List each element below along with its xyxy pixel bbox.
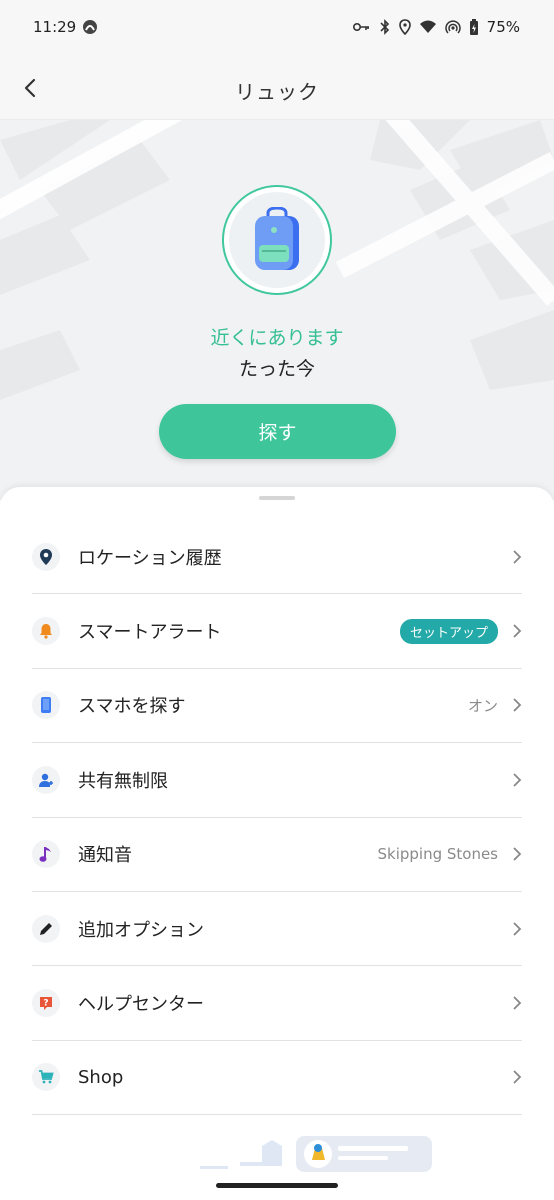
- svg-text:?: ?: [43, 999, 48, 1009]
- menu-item-label: Shop: [78, 1066, 124, 1088]
- menu-item-location-history[interactable]: ロケーション履歴: [32, 520, 522, 595]
- bottom-sheet: ロケーション履歴 スマートアラート セットアップ スマホを探す オン 共有無制限: [0, 487, 554, 1200]
- hotspot-icon: [444, 20, 461, 34]
- chevron-right-icon: [513, 1070, 522, 1085]
- key-icon: [352, 23, 369, 31]
- status-time: 11:29: [33, 18, 77, 36]
- menu-item-label: 追加オプション: [78, 919, 204, 941]
- chevron-right-icon: [513, 996, 522, 1010]
- pencil-icon: [40, 922, 52, 935]
- menu-item-notification-sound[interactable]: 通知音 Skipping Stones: [32, 818, 522, 892]
- chevron-right-icon: [513, 698, 522, 713]
- find-button[interactable]: 探す: [159, 404, 396, 459]
- app-notification-icon: [83, 20, 97, 34]
- sheet-drag-handle[interactable]: [259, 496, 295, 500]
- help-icon: ?: [40, 997, 52, 1011]
- menu-item-label: ロケーション履歴: [78, 547, 222, 569]
- menu-item-unlimited-sharing[interactable]: 共有無制限: [32, 743, 522, 818]
- chevron-right-icon: [513, 773, 522, 787]
- battery-percentage: 75%: [486, 18, 520, 36]
- menu-item-help-center[interactable]: ? ヘルプセンター: [32, 966, 522, 1041]
- app-header: リュック: [0, 56, 554, 120]
- proximity-status: 近くにあります: [210, 327, 344, 349]
- menu-item-smart-alert[interactable]: スマートアラート セットアップ: [32, 594, 522, 669]
- map-hero: 近くにあります たった今 探す: [0, 120, 554, 500]
- status-icons: 75%: [352, 18, 520, 36]
- wifi-icon: [419, 20, 436, 33]
- item-avatar: [222, 185, 332, 295]
- menu-item-find-phone[interactable]: スマホを探す オン: [32, 669, 522, 744]
- location-pin-icon: [40, 548, 52, 565]
- share-user-icon: [39, 773, 53, 787]
- menu-item-value: オン: [467, 696, 498, 715]
- settings-menu: ロケーション履歴 スマートアラート セットアップ スマホを探す オン 共有無制限: [32, 520, 522, 1116]
- chevron-right-icon: [513, 624, 522, 638]
- menu-item-additional-options[interactable]: 追加オプション: [32, 892, 522, 967]
- status-bar: 11:29 75%: [0, 0, 554, 56]
- location-icon: [398, 19, 411, 35]
- music-note-icon: [39, 847, 51, 863]
- menu-item-label: 共有無制限: [78, 770, 168, 792]
- cart-icon: [39, 1070, 54, 1084]
- battery-icon: [469, 18, 478, 35]
- phone-icon: [41, 697, 51, 714]
- page-title: リュック: [235, 80, 319, 104]
- menu-item-shop[interactable]: Shop: [32, 1041, 522, 1116]
- menu-item-label: スマホを探す: [78, 696, 186, 718]
- promo-illustration: [200, 1136, 432, 1172]
- system-nav-handle[interactable]: [216, 1183, 338, 1188]
- last-seen-time: たった今: [238, 358, 315, 380]
- setup-badge[interactable]: セットアップ: [399, 618, 498, 644]
- bell-icon: [40, 624, 52, 639]
- chevron-right-icon: [513, 847, 522, 861]
- bluetooth-icon: [380, 19, 389, 35]
- chevron-right-icon: [513, 550, 522, 564]
- chevron-right-icon: [513, 922, 522, 936]
- menu-item-value: Skipping Stones: [377, 845, 498, 864]
- menu-item-label: スマートアラート: [78, 622, 222, 644]
- menu-item-label: 通知音: [78, 845, 132, 867]
- menu-item-label: ヘルプセンター: [78, 994, 204, 1016]
- backpack-icon: [255, 207, 299, 270]
